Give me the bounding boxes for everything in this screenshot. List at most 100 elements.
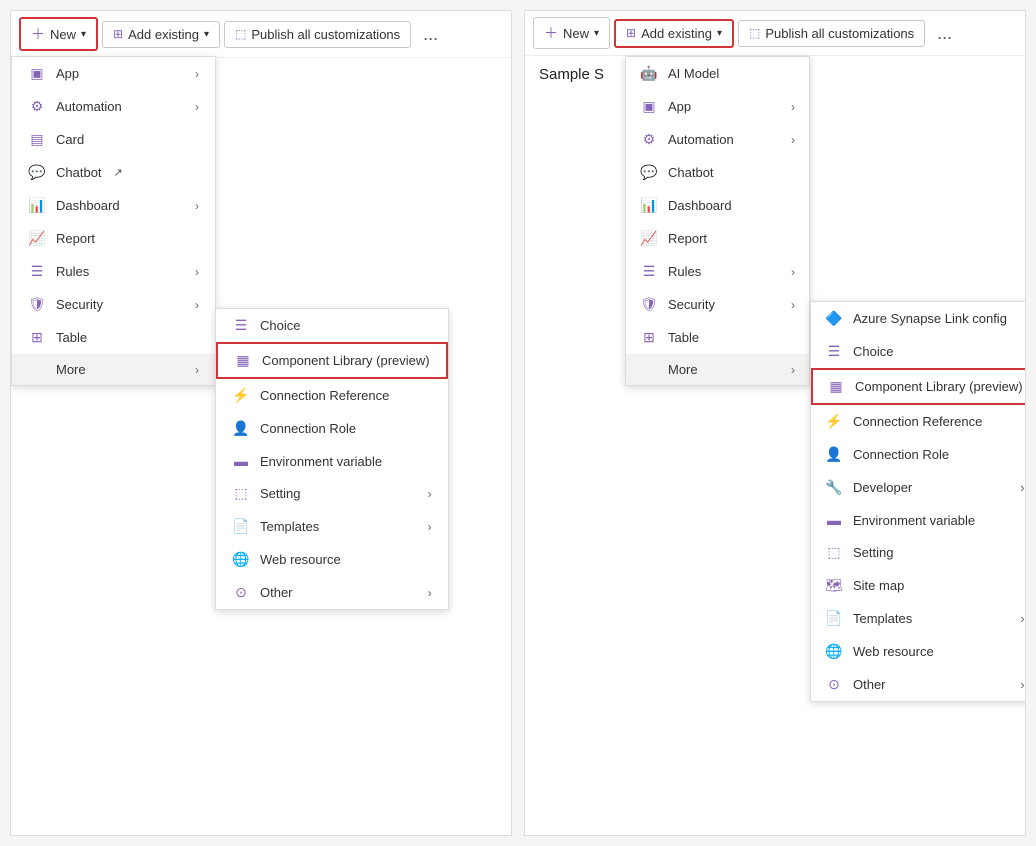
rsub-web-resource[interactable]: 🌐 Web resource <box>811 635 1026 668</box>
menu-item-label: App <box>56 66 79 81</box>
chevron-right-icon: › <box>195 67 199 81</box>
new-dropdown-left: ▣ App › ⚙ Automation › ▤ Card 💬 Chatbot … <box>11 56 216 386</box>
menu-item-security-left[interactable]: 🛡 Security › <box>12 288 215 321</box>
menu-item-dashboard-left[interactable]: 📊 Dashboard › <box>12 189 215 222</box>
menu-item-app-left[interactable]: ▣ App › <box>12 57 215 90</box>
rsub-item-label: Connection Role <box>853 447 949 462</box>
ae-item-table[interactable]: ⊞ Table <box>626 321 809 354</box>
sub-item-label: Other <box>260 585 293 600</box>
rsub-item-label: Site map <box>853 578 904 593</box>
setting-icon-right: ⬚ <box>825 544 843 561</box>
ae-item-label: Security <box>668 297 715 312</box>
publish-icon-right: ⬚ <box>749 26 760 40</box>
component-icon-right: ▦ <box>827 378 845 395</box>
ae-item-more[interactable]: More › <box>626 354 809 385</box>
rules-icon: ☰ <box>28 263 46 280</box>
more-submenu-right: 🔷 Azure Synapse Link config ☰ Choice ▦ C… <box>810 301 1026 702</box>
web-resource-icon-right: 🌐 <box>825 643 843 660</box>
report-icon-right: 📈 <box>640 230 658 247</box>
chevron-right-icon: › <box>1020 480 1024 495</box>
templates-icon: 📄 <box>232 518 250 535</box>
menu-item-card-left[interactable]: ▤ Card <box>12 123 215 156</box>
add-existing-label: Add existing <box>128 27 199 42</box>
security-icon: 🛡 <box>28 296 46 313</box>
sub-item-connection-role-left[interactable]: 👤 Connection Role <box>216 412 448 445</box>
rsub-item-label: Environment variable <box>853 513 975 528</box>
sub-item-setting-left[interactable]: ⬚ Setting › <box>216 477 448 510</box>
rsub-other[interactable]: ⊙ Other › <box>811 668 1026 701</box>
app-icon-right: ▣ <box>640 98 658 115</box>
menu-item-label: Chatbot <box>56 165 102 180</box>
rsub-connection-ref[interactable]: ⚡ Connection Reference <box>811 405 1026 438</box>
add-existing-dropdown-right: 🤖 AI Model ▣ App › ⚙ Automation › 💬 Chat… <box>625 56 810 386</box>
ae-item-chatbot[interactable]: 💬 Chatbot <box>626 156 809 189</box>
sub-item-connection-ref-left[interactable]: ⚡ Connection Reference <box>216 379 448 412</box>
sub-item-component-left[interactable]: ▦ Component Library (preview) <box>216 342 448 379</box>
more-button-left[interactable]: ... <box>415 19 446 50</box>
automation-icon-right: ⚙ <box>640 131 658 148</box>
add-existing-button-left[interactable]: ⊞ Add existing ▾ <box>102 21 220 48</box>
dashboard-icon: 📊 <box>28 197 46 214</box>
more-ellipsis-right: ... <box>937 23 952 43</box>
sub-item-templates-left[interactable]: 📄 Templates › <box>216 510 448 543</box>
connection-role-icon-right: 👤 <box>825 446 843 463</box>
new-button-left[interactable]: ＋ New ▾ <box>19 17 98 51</box>
security-icon-right: 🛡 <box>640 296 658 313</box>
more-submenu-left: ☰ Choice ▦ Component Library (preview) ⚡… <box>215 308 449 610</box>
rsub-templates[interactable]: 📄 Templates › <box>811 602 1026 635</box>
app-icon: ▣ <box>28 65 46 82</box>
menu-item-automation-left[interactable]: ⚙ Automation › <box>12 90 215 123</box>
rsub-sitemap[interactable]: 🗺 Site map <box>811 569 1026 602</box>
chevron-right-icon: › <box>1020 677 1024 692</box>
ae-item-dashboard[interactable]: 📊 Dashboard <box>626 189 809 222</box>
ae-item-label: Rules <box>668 264 701 279</box>
menu-item-rules-left[interactable]: ☰ Rules › <box>12 255 215 288</box>
rsub-setting[interactable]: ⬚ Setting <box>811 536 1026 569</box>
templates-icon-right: 📄 <box>825 610 843 627</box>
rsub-env-var[interactable]: ▬ Environment variable <box>811 504 1026 536</box>
chevron-right-icon: › <box>428 586 432 600</box>
ae-item-security[interactable]: 🛡 Security › <box>626 288 809 321</box>
new-label: New <box>50 27 76 42</box>
chevron-right-icon: › <box>195 265 199 279</box>
ae-item-report[interactable]: 📈 Report <box>626 222 809 255</box>
ae-item-rules[interactable]: ☰ Rules › <box>626 255 809 288</box>
sub-item-label: Connection Reference <box>260 388 389 403</box>
chevron-right-icon: › <box>428 487 432 501</box>
rsub-item-label: Connection Reference <box>853 414 982 429</box>
menu-item-report-left[interactable]: 📈 Report <box>12 222 215 255</box>
ae-item-app[interactable]: ▣ App › <box>626 90 809 123</box>
menu-item-table-left[interactable]: ⊞ Table <box>12 321 215 354</box>
left-panel: ＋ New ▾ ⊞ Add existing ▾ ⬚ Publish all c… <box>10 10 512 836</box>
publish-button-left[interactable]: ⬚ Publish all customizations <box>224 21 411 48</box>
rules-icon-right: ☰ <box>640 263 658 280</box>
menu-item-more-left[interactable]: More › <box>12 354 215 385</box>
sub-item-choice-left[interactable]: ☰ Choice <box>216 309 448 342</box>
add-existing-button-right[interactable]: ⊞ Add existing ▾ <box>614 19 734 48</box>
report-icon: 📈 <box>28 230 46 247</box>
new-button-right[interactable]: ＋ New ▾ <box>533 17 610 49</box>
chatbot-icon: 💬 <box>28 164 46 181</box>
rsub-choice[interactable]: ☰ Choice <box>811 335 1026 368</box>
chevron-right-icon: › <box>791 133 795 147</box>
sub-item-web-resource-left[interactable]: 🌐 Web resource <box>216 543 448 576</box>
chevron-right-icon: › <box>791 265 795 279</box>
ae-item-automation[interactable]: ⚙ Automation › <box>626 123 809 156</box>
menu-item-chatbot-left[interactable]: 💬 Chatbot ↗ <box>12 156 215 189</box>
chevron-down-icon-right-2: ▾ <box>717 28 722 39</box>
sub-item-env-var-left[interactable]: ▬ Environment variable <box>216 445 448 477</box>
ae-item-ai-model[interactable]: 🤖 AI Model <box>626 57 809 90</box>
chevron-right-icon: › <box>428 520 432 534</box>
chevron-right-icon: › <box>791 100 795 114</box>
more-button-right[interactable]: ... <box>929 18 960 49</box>
ai-model-icon: 🤖 <box>640 65 658 82</box>
rsub-connection-role[interactable]: 👤 Connection Role <box>811 438 1026 471</box>
sub-item-other-left[interactable]: ⊙ Other › <box>216 576 448 609</box>
chevron-down-icon-2: ▾ <box>204 29 209 40</box>
env-var-icon-right: ▬ <box>825 512 843 528</box>
rsub-component[interactable]: ▦ Component Library (preview) <box>811 368 1026 405</box>
rsub-azure[interactable]: 🔷 Azure Synapse Link config <box>811 302 1026 335</box>
add-existing-icon: ⊞ <box>113 27 123 41</box>
rsub-developer[interactable]: 🔧 Developer › <box>811 471 1026 504</box>
publish-button-right[interactable]: ⬚ Publish all customizations <box>738 20 925 47</box>
